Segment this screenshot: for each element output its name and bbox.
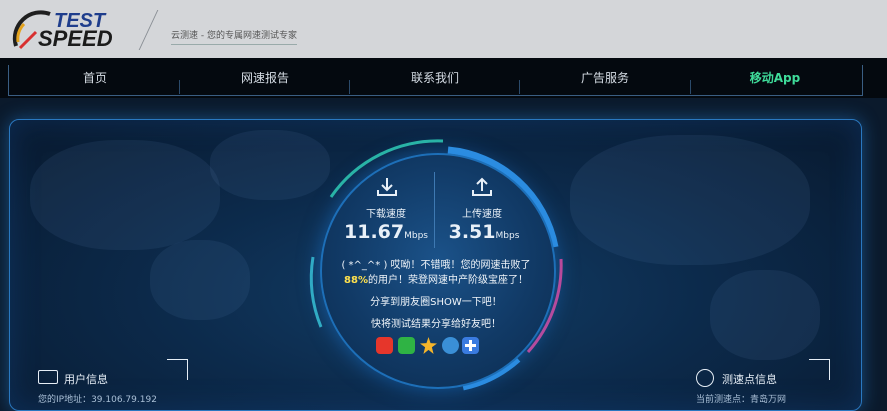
world-map-shape [570, 135, 810, 265]
world-map-shape [30, 140, 220, 250]
more-share-icon[interactable] [462, 337, 479, 354]
nav-speed-report[interactable]: 网速报告 [210, 69, 320, 87]
globe-icon [696, 369, 714, 387]
upload-icon [472, 177, 492, 196]
upload-speed: 3.51Mbps [434, 221, 534, 243]
id-card-icon [38, 370, 58, 384]
nav-separator [179, 80, 180, 94]
test-point-title: 测速点信息 [722, 373, 777, 386]
test-point-panel: 测速点信息 当前测速点：青岛万网 [682, 359, 842, 405]
nav-mobile-app[interactable]: 移动App [720, 69, 830, 87]
weibo-icon[interactable] [376, 337, 393, 354]
upload-value: 3.51 [448, 221, 496, 243]
panel-corner [809, 359, 830, 380]
nav-separator [690, 80, 691, 94]
result-message-rest: 的用户！荣登网速中产阶级宝座了！ [367, 275, 528, 286]
nav-ad-services[interactable]: 广告服务 [550, 69, 660, 87]
nav-separator [519, 80, 520, 94]
user-info-panel: 用户信息 您的IP地址：39.106.79.192 [24, 359, 188, 405]
download-speed: 11.67Mbps [336, 221, 436, 243]
download-icon [377, 178, 397, 196]
nav-home[interactable]: 首页 [40, 69, 150, 87]
site-tagline: 云测速 - 您的专属网速测试专家 [171, 28, 297, 45]
share-prompt-line2: 快将测试结果分享给好友吧！ [371, 319, 501, 330]
main-nav: 首页 网速报告 联系我们 广告服务 移动App [0, 58, 887, 98]
speedometer-logo-icon[interactable]: TEST SPEED [10, 6, 150, 52]
download-value: 11.67 [344, 221, 405, 243]
percent-beaten: 88% [344, 275, 368, 286]
plus-bar-horizontal [465, 344, 476, 347]
upload-label: 上传速度 [462, 209, 502, 220]
upload-unit: Mbps [495, 231, 520, 241]
result-message-line1: ( *^_^* ) 哎呦！不错哦！您的网速击败了 [341, 260, 531, 271]
tencent-weibo-icon[interactable] [442, 337, 459, 354]
world-map-shape [710, 270, 820, 360]
user-info-title: 用户信息 [64, 373, 108, 386]
panel-corner [167, 359, 188, 380]
test-point-text: 当前测速点：青岛万网 [696, 395, 787, 405]
share-prompt-line1: 分享到朋友圈SHOW一下吧！ [370, 297, 502, 308]
logo-text-bottom: SPEED [38, 26, 113, 51]
user-ip-text: 您的IP地址：39.106.79.192 [38, 395, 157, 405]
result-message-line2: 88%的用户！荣登网速中产阶级宝座了！ [320, 271, 552, 286]
nav-separator [349, 80, 350, 94]
site-header: TEST SPEED 云测速 - 您的专属网速测试专家 [0, 0, 887, 58]
nav-contact-us[interactable]: 联系我们 [380, 69, 490, 87]
world-map-shape [150, 240, 250, 320]
download-unit: Mbps [404, 231, 428, 241]
wechat-icon[interactable] [398, 337, 415, 354]
download-label: 下载速度 [366, 209, 406, 220]
